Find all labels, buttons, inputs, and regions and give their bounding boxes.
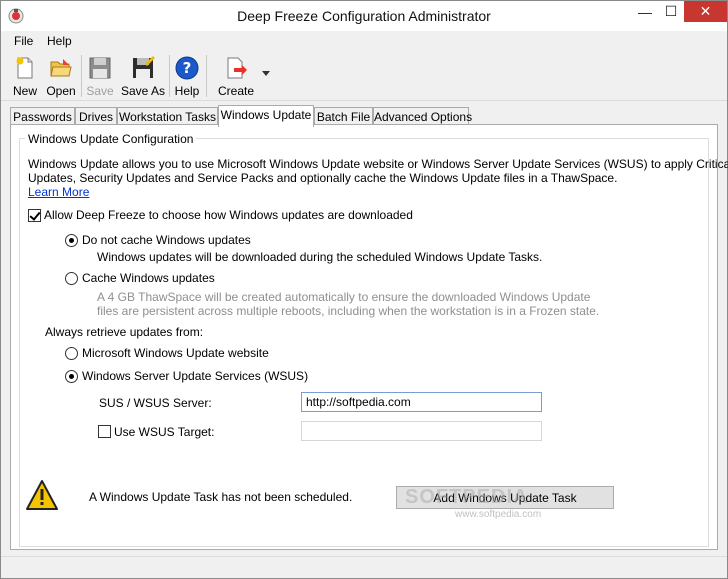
tab-windows-update[interactable]: Windows Update: [218, 105, 314, 127]
help-label: Help: [174, 84, 200, 98]
menu-bar: File Help: [1, 31, 727, 51]
new-label: New: [12, 84, 37, 98]
maximize-button[interactable]: ☐: [658, 1, 684, 22]
cache-note-line-1: A 4 GB ThawSpace will be created automat…: [97, 290, 591, 304]
retrieve-label: Always retrieve updates from:: [45, 325, 204, 339]
toolbar-separator: [169, 55, 170, 97]
softpedia-watermark: SOFTPEDIA: [405, 486, 529, 508]
server-label: SUS / WSUS Server:: [99, 396, 212, 410]
group-title: Windows Update Configuration: [25, 132, 197, 146]
create-button[interactable]: Create: [217, 54, 255, 98]
warning-icon: [26, 480, 58, 510]
menu-file[interactable]: File: [14, 34, 33, 48]
create-dropdown-arrow-icon[interactable]: [262, 71, 270, 77]
do-not-cache-radio[interactable]: [65, 234, 78, 247]
save-label: Save: [86, 84, 114, 98]
toolbar-separator: [206, 55, 207, 97]
new-button[interactable]: New: [8, 54, 42, 98]
close-button[interactable]: ✕: [684, 1, 727, 22]
wsus-label: Windows Server Update Services (WSUS): [82, 369, 309, 383]
do-not-cache-note: Windows updates will be downloaded durin…: [97, 250, 543, 264]
wsus-target-input[interactable]: [301, 421, 542, 441]
wsus-server-input[interactable]: [301, 392, 542, 412]
wsus-radio[interactable]: [65, 370, 78, 383]
warning-message: A Windows Update Task has not been sched…: [89, 490, 353, 504]
help-icon: ?: [175, 56, 199, 80]
open-label: Open: [46, 84, 76, 98]
do-not-cache-label: Do not cache Windows updates: [82, 233, 251, 247]
status-bar: [1, 556, 727, 578]
open-button[interactable]: Open: [44, 54, 78, 98]
allow-deep-freeze-checkbox[interactable]: [28, 209, 41, 222]
softpedia-watermark-url: www.softpedia.com: [455, 509, 542, 520]
use-wsus-target-checkbox[interactable]: [98, 425, 111, 438]
windows-update-panel: Windows Update Configuration Windows Upd…: [10, 124, 728, 550]
toolbar: New Open Save Save As ? Help Create: [1, 51, 727, 101]
allow-deep-freeze-label: Allow Deep Freeze to choose how Windows …: [44, 208, 413, 222]
window-title: Deep Freeze Configuration Administrator: [237, 8, 491, 24]
new-document-icon: [16, 57, 33, 79]
help-button[interactable]: ? Help: [172, 54, 202, 98]
minimize-button[interactable]: —: [632, 1, 658, 22]
save-floppy-icon: [89, 57, 111, 79]
title-bar: Deep Freeze Configuration Administrator …: [1, 1, 727, 31]
cache-note-line-2: files are persistent across multiple reb…: [97, 304, 600, 318]
learn-more-link[interactable]: Learn More: [28, 185, 89, 199]
open-folder-icon: [50, 59, 72, 77]
tab-strip: Passwords Drives Workstation Tasks Windo…: [10, 105, 718, 127]
save-as-label: Save As: [120, 84, 166, 98]
toolbar-separator: [81, 55, 82, 97]
microsoft-update-label: Microsoft Windows Update website: [82, 346, 269, 360]
cache-updates-radio[interactable]: [65, 272, 78, 285]
menu-help[interactable]: Help: [47, 34, 72, 48]
cache-updates-label: Cache Windows updates: [82, 271, 215, 285]
main-window: Deep Freeze Configuration Administrator …: [0, 0, 728, 579]
microsoft-update-radio[interactable]: [65, 347, 78, 360]
create-icon: [227, 57, 247, 79]
save-as-button[interactable]: Save As: [120, 54, 166, 98]
save-as-icon: [133, 56, 155, 78]
use-wsus-target-label: Use WSUS Target:: [114, 425, 215, 439]
svg-text:?: ?: [183, 59, 192, 77]
description-line-2: Updates, Security Updates and Service Pa…: [28, 171, 618, 185]
save-button[interactable]: Save: [84, 54, 116, 98]
create-label: Create: [217, 84, 255, 98]
description-line-1: Windows Update allows you to use Microso…: [28, 157, 728, 171]
